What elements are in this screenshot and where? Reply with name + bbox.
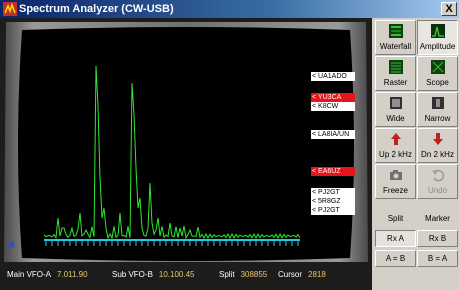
down-2khz-label: Dn 2 kHz bbox=[421, 150, 454, 159]
split-header: Split bbox=[387, 214, 404, 223]
up-2khz-button[interactable]: Up 2 kHz bbox=[375, 128, 416, 163]
undo-icon bbox=[432, 169, 445, 182]
title-bar[interactable]: Spectrum Analyzer (CW-USB) X bbox=[0, 0, 459, 18]
rx-b-button[interactable]: Rx B bbox=[417, 230, 458, 247]
b-equals-a-button[interactable]: B = A bbox=[417, 250, 458, 267]
narrow-button[interactable]: Narrow bbox=[417, 92, 458, 127]
frequency-marker-scale bbox=[44, 239, 300, 246]
waterfall-icon bbox=[389, 24, 403, 38]
window-title: Spectrum Analyzer (CW-USB) bbox=[19, 3, 174, 15]
spot-label[interactable]: < LA8IA/UN bbox=[311, 130, 355, 139]
spot-text: < 5R8GZ bbox=[312, 198, 341, 205]
rx-a-button[interactable]: Rx A bbox=[375, 230, 416, 247]
spectrum-screen[interactable]: < UA1ADO < YU3CA < K8CW < LA8IA/UN < EA6… bbox=[0, 18, 372, 290]
sub-vfo-value: 10.100.45 bbox=[158, 270, 195, 279]
split-label: Split bbox=[219, 270, 235, 279]
wide-icon bbox=[390, 97, 402, 109]
scope-button[interactable]: Scope bbox=[417, 56, 458, 91]
narrow-label: Narrow bbox=[424, 114, 451, 123]
close-button[interactable]: X bbox=[441, 2, 457, 16]
sub-vfo-label: Sub VFO-B bbox=[112, 270, 153, 279]
cursor-readout: Cursor 2818 bbox=[278, 270, 326, 280]
control-panel: Waterfall Amplitude Raster Scope Wide Na… bbox=[374, 18, 459, 290]
spot-text: < K8CW bbox=[312, 103, 339, 110]
cursor-label: Cursor bbox=[278, 270, 303, 279]
sub-vfo-readout: Sub VFO-B 10.100.45 bbox=[112, 270, 195, 280]
spot-label[interactable]: < 5R8GZ bbox=[311, 197, 355, 206]
up-2khz-label: Up 2 kHz bbox=[379, 150, 412, 159]
amplitude-icon bbox=[431, 24, 445, 38]
cursor-value: 2818 bbox=[308, 270, 326, 279]
arrow-up-icon bbox=[391, 133, 401, 145]
spot-label[interactable]: < UA1ADO bbox=[311, 72, 355, 81]
waterfall-button[interactable]: Waterfall bbox=[375, 20, 416, 55]
scope-label: Scope bbox=[426, 78, 449, 87]
app-icon bbox=[3, 2, 17, 16]
main-vfo-value: 7.011.90 bbox=[57, 270, 88, 279]
freeze-label: Freeze bbox=[383, 186, 408, 195]
spot-text: < PJ2GT bbox=[312, 207, 340, 214]
spot-label[interactable]: < YU3CA bbox=[311, 93, 355, 102]
spot-label[interactable]: < PJ2GT bbox=[311, 206, 355, 215]
spectrum-analyzer-window: Spectrum Analyzer (CW-USB) X < UA1ADO < … bbox=[0, 0, 459, 290]
amplitude-button[interactable]: Amplitude bbox=[417, 20, 458, 55]
spot-text: < LA8IA/UN bbox=[312, 131, 350, 138]
undo-button[interactable]: Undo bbox=[417, 164, 458, 199]
spot-label[interactable]: < PJ2GT bbox=[311, 188, 355, 197]
amplitude-label: Amplitude bbox=[419, 42, 456, 51]
waterfall-label: Waterfall bbox=[379, 42, 412, 51]
spot-text: < EA6UZ bbox=[312, 168, 341, 175]
split-readout: Split 308855 bbox=[219, 270, 267, 280]
raster-icon bbox=[389, 60, 403, 74]
status-bar: Main VFO-A 7.011.90 Sub VFO-B 10.100.45 Sp… bbox=[0, 262, 372, 290]
raster-button[interactable]: Raster bbox=[375, 56, 416, 91]
undo-label: Undo bbox=[427, 186, 448, 195]
a-equals-b-button[interactable]: A = B bbox=[375, 250, 416, 267]
spot-text: < YU3CA bbox=[312, 94, 342, 101]
narrow-icon bbox=[432, 97, 444, 109]
scope-icon bbox=[431, 60, 445, 74]
main-vfo-readout: Main VFO-A 7.011.90 bbox=[7, 270, 88, 280]
main-vfo-label: Main VFO-A bbox=[7, 270, 52, 279]
spot-text: < UA1ADO bbox=[312, 73, 347, 80]
arrow-down-icon bbox=[433, 133, 443, 145]
spot-label[interactable]: < K8CW bbox=[311, 102, 355, 111]
camera-icon bbox=[390, 170, 402, 180]
wide-label: Wide bbox=[386, 114, 405, 123]
down-2khz-button[interactable]: Dn 2 kHz bbox=[417, 128, 458, 163]
spot-label[interactable]: < EA6UZ bbox=[311, 167, 355, 176]
marker-header: Marker bbox=[425, 214, 450, 223]
spot-text: < PJ2GT bbox=[312, 189, 340, 196]
split-value: 308855 bbox=[240, 270, 268, 279]
crt-display bbox=[0, 18, 372, 290]
wide-button[interactable]: Wide bbox=[375, 92, 416, 127]
freeze-button[interactable]: Freeze bbox=[375, 164, 416, 199]
raster-label: Raster bbox=[383, 78, 408, 87]
